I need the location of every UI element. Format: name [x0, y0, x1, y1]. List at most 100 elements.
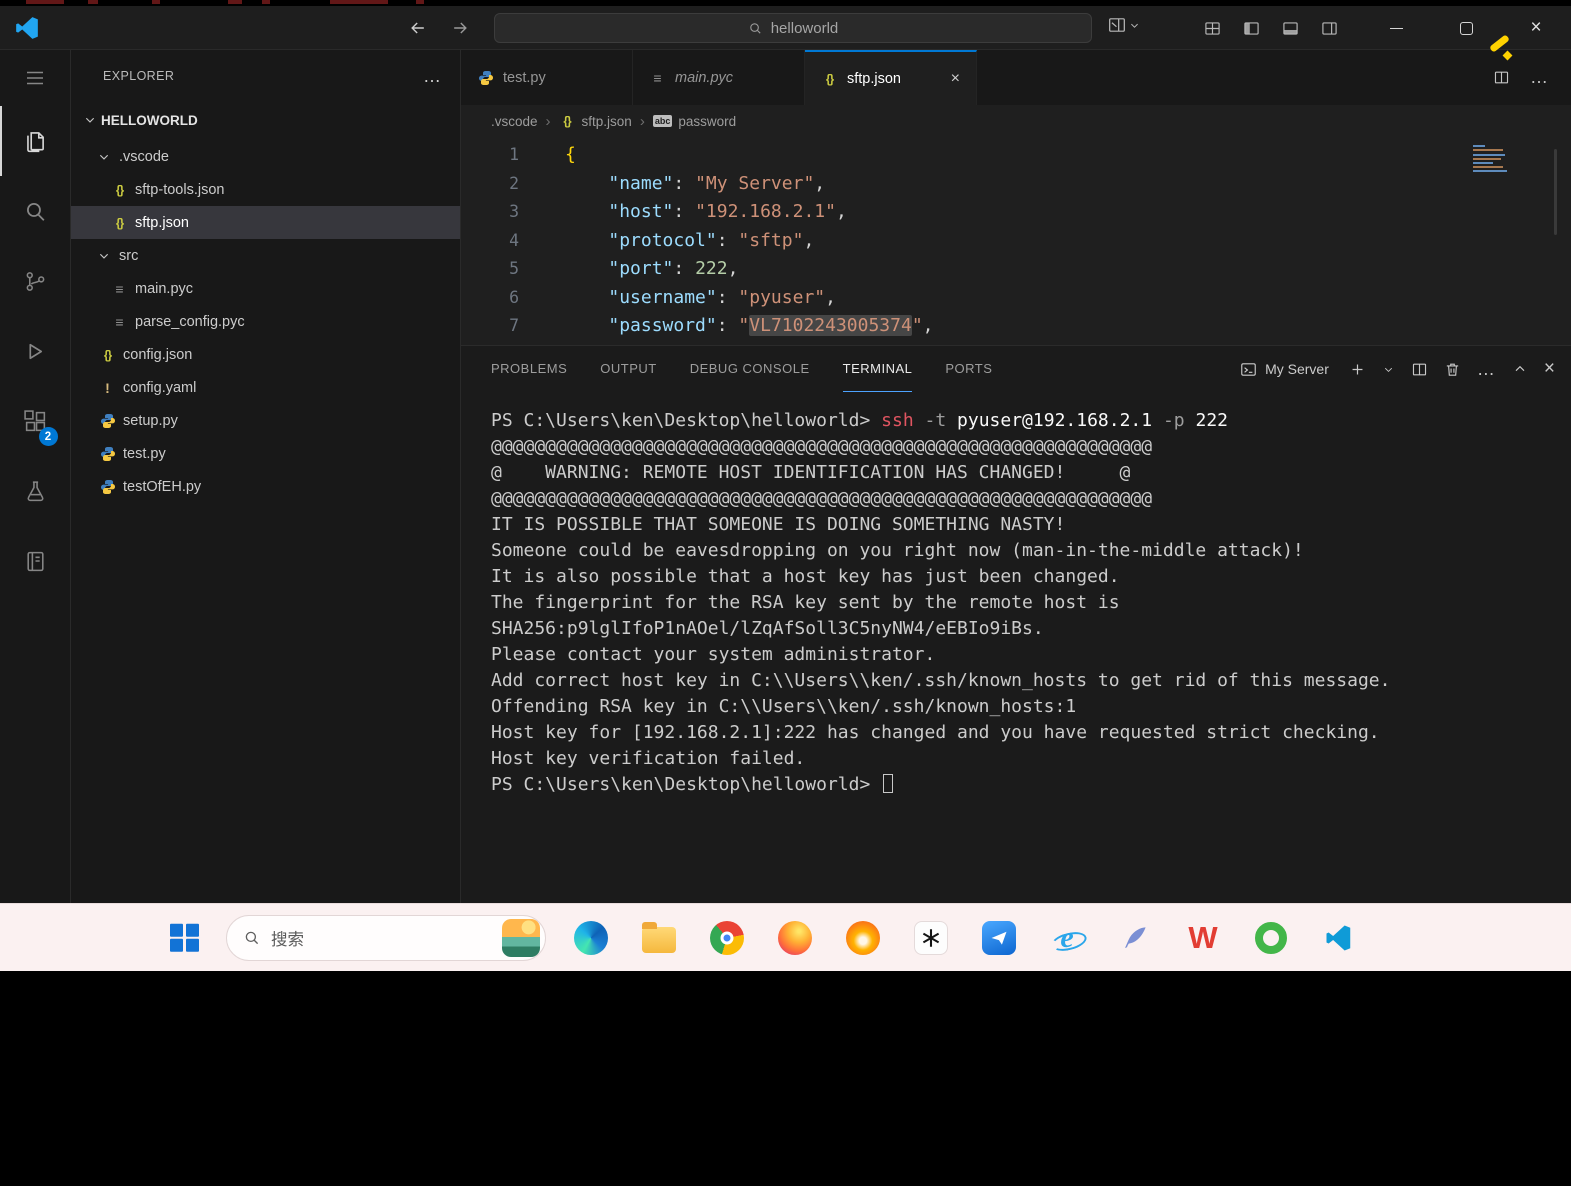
panel-controls: My Server … × — [1240, 358, 1555, 380]
terminal-icon — [1240, 361, 1257, 378]
split-terminal-icon[interactable] — [1411, 361, 1428, 378]
quill-icon[interactable] — [1114, 917, 1156, 959]
tree-item-src[interactable]: src — [71, 239, 460, 272]
panel-tab-debug-console[interactable]: DEBUG CONSOLE — [690, 346, 810, 392]
chatgpt-icon[interactable] — [910, 917, 952, 959]
tree-item-config.json[interactable]: {}config.json — [71, 338, 460, 371]
editor-scrollbar[interactable] — [1554, 149, 1557, 235]
workspace-root[interactable]: HELLOWORLD — [71, 106, 460, 134]
python-file-icon — [99, 446, 116, 462]
activity-bar: 2 — [0, 50, 71, 903]
code-lines: 1{2 "name": "My Server",3 "host": "192.1… — [461, 141, 1571, 341]
notebook-icon[interactable] — [0, 526, 71, 596]
back-arrow-icon[interactable] — [406, 16, 430, 40]
breadcrumb-item[interactable]: {}sftp.json — [559, 114, 632, 129]
run-debug-icon[interactable] — [0, 316, 71, 386]
blue-messenger-icon[interactable] — [978, 917, 1020, 959]
source-control-icon[interactable] — [0, 246, 71, 316]
panel-tab-output[interactable]: OUTPUT — [600, 346, 656, 392]
editor-grid-layout-icon[interactable] — [1204, 20, 1221, 37]
minimap-line — [1473, 162, 1493, 164]
panel-tab-problems[interactable]: PROBLEMS — [491, 346, 567, 392]
search-highlight-thumbnail — [502, 919, 540, 957]
python-file-icon — [477, 70, 494, 86]
tree-item-sftp-tools.json[interactable]: {}sftp-tools.json — [71, 173, 460, 206]
code-line: 1{ — [461, 141, 1571, 170]
green-ring-icon[interactable] — [1250, 917, 1292, 959]
binary-file-icon: ≡ — [111, 314, 128, 330]
split-editor-icon[interactable] — [1493, 69, 1510, 86]
extensions-icon[interactable]: 2 — [0, 386, 71, 456]
json-file-icon: {} — [111, 183, 128, 197]
file-label: main.pyc — [135, 281, 193, 297]
customize-layout-icon[interactable] — [1108, 16, 1140, 34]
tree-item-config.yaml[interactable]: !config.yaml — [71, 371, 460, 404]
editor[interactable]: 1{2 "name": "My Server",3 "host": "192.1… — [461, 137, 1571, 345]
orange-browser-icon[interactable] — [842, 917, 884, 959]
tree-item-.vscode[interactable]: .vscode — [71, 140, 460, 173]
minimize-button[interactable] — [1361, 6, 1431, 50]
sidebar-header: EXPLORER … — [71, 50, 460, 96]
panel-more-actions-icon[interactable]: … — [1477, 359, 1496, 380]
firefox-icon[interactable] — [774, 917, 816, 959]
panel-tab-terminal[interactable]: TERMINAL — [843, 346, 913, 392]
extensions-badge: 2 — [39, 427, 58, 446]
vscode-window: helloworld × 2 EXPLORE — [0, 6, 1571, 903]
tree-item-main.pyc[interactable]: ≡main.pyc — [71, 272, 460, 305]
maximize-button[interactable] — [1431, 6, 1501, 50]
close-button[interactable]: × — [1501, 6, 1571, 50]
terminal-output[interactable]: PS C:\Users\ken\Desktop\helloworld> ssh … — [461, 392, 1571, 903]
terminal-line: @@@@@@@@@@@@@@@@@@@@@@@@@@@@@@@@@@@@@@@@… — [491, 434, 1571, 460]
tab-test.py[interactable]: test.py — [461, 50, 633, 105]
maximize-panel-icon[interactable] — [1512, 361, 1528, 377]
tree-item-testOfEH.py[interactable]: testOfEH.py — [71, 470, 460, 503]
testing-icon[interactable] — [0, 456, 71, 526]
tree-item-parse_config.pyc[interactable]: ≡parse_config.pyc — [71, 305, 460, 338]
internet-explorer-icon[interactable]: e — [1046, 917, 1088, 959]
kill-terminal-icon[interactable] — [1444, 361, 1461, 378]
chevron-down-icon — [95, 249, 112, 263]
file-explorer-icon[interactable] — [638, 917, 680, 959]
code-text: "host": "192.168.2.1", — [545, 198, 847, 227]
breadcrumb-item[interactable]: .vscode — [491, 114, 538, 129]
menu-icon[interactable] — [0, 50, 71, 106]
forward-arrow-icon[interactable] — [448, 16, 472, 40]
wps-icon[interactable]: W — [1182, 917, 1224, 959]
code-text: "port": 222, — [545, 255, 738, 284]
explorer-more-actions-icon[interactable]: … — [423, 66, 442, 87]
tab-sftp.json[interactable]: {}sftp.json× — [805, 50, 977, 105]
tree-item-setup.py[interactable]: setup.py — [71, 404, 460, 437]
minimap[interactable] — [1473, 143, 1513, 175]
terminal-instance-label[interactable]: My Server — [1240, 361, 1329, 378]
tree-item-test.py[interactable]: test.py — [71, 437, 460, 470]
file-tree: .vscode{}sftp-tools.json{}sftp.jsonsrc≡m… — [71, 140, 460, 503]
close-panel-icon[interactable]: × — [1544, 358, 1555, 380]
start-button[interactable] — [170, 923, 199, 952]
taskbar-search[interactable]: 搜索 — [226, 915, 546, 961]
chrome-icon[interactable] — [706, 917, 748, 959]
close-icon[interactable]: × — [939, 70, 960, 88]
tree-item-sftp.json[interactable]: {}sftp.json — [71, 206, 460, 239]
taskbar-search-text: 搜索 — [271, 926, 304, 950]
window-controls: × — [1361, 6, 1571, 50]
explorer-sidebar: EXPLORER … HELLOWORLD .vscode {}sftp-tool… — [71, 50, 461, 903]
panel-tab-ports[interactable]: PORTS — [945, 346, 992, 392]
search-icon[interactable] — [0, 176, 71, 246]
tab-bar: test.py≡main.pyc{}sftp.json× … — [461, 50, 1571, 105]
command-center-search[interactable]: helloworld — [494, 13, 1092, 43]
terminal-dropdown-chevron-icon[interactable] — [1382, 363, 1395, 376]
editor-more-actions-icon[interactable]: … — [1530, 67, 1549, 88]
explorer-icon[interactable] — [0, 106, 71, 176]
toggle-secondary-sidebar-icon[interactable] — [1321, 20, 1338, 37]
toggle-primary-sidebar-icon[interactable] — [1243, 20, 1260, 37]
file-label: sftp.json — [135, 215, 189, 231]
minimap-line — [1473, 149, 1503, 151]
tab-main.pyc[interactable]: ≡main.pyc — [633, 50, 805, 105]
toggle-panel-icon[interactable] — [1282, 20, 1299, 37]
json-file-icon: {} — [99, 348, 116, 362]
edge-icon[interactable] — [570, 917, 612, 959]
new-terminal-icon[interactable] — [1349, 361, 1366, 378]
vscode-icon[interactable] — [1318, 917, 1360, 959]
file-label: .vscode — [119, 149, 169, 165]
breadcrumb-item[interactable]: abcpassword — [653, 114, 736, 129]
